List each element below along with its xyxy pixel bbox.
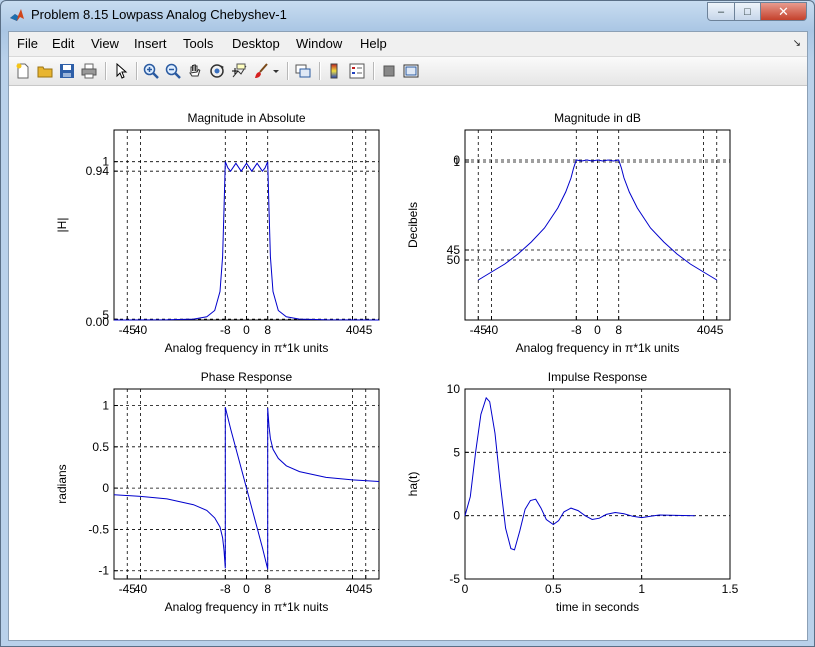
y-axis-label: Decibels	[406, 202, 420, 248]
y-tick-label: -1	[98, 564, 109, 578]
save-icon[interactable]	[57, 61, 77, 81]
x-tick-label: 45	[359, 323, 373, 337]
axes-3: -4540 -8 0 8 40 45-1-0.500.51Phase ResponseAn…	[55, 370, 380, 614]
x-tick-label: -8	[220, 323, 231, 337]
menu-bar: File Edit View Insert Tools Desktop Wind…	[9, 32, 807, 57]
zoom-in-icon[interactable]	[141, 61, 161, 81]
menu-tools[interactable]: Tools	[183, 36, 213, 51]
y-axis-label: radians	[55, 464, 69, 503]
axes-4: 0 0.5 1 1.5-50510Impulse Responsetime in se…	[406, 370, 739, 614]
print-icon[interactable]	[79, 61, 99, 81]
x-tick-label: 40	[697, 323, 711, 337]
y-tick-label: -5	[449, 572, 460, 586]
y-tick-label: 0.5	[92, 440, 109, 454]
brush-dropdown-icon[interactable]	[270, 61, 282, 81]
y-tick-label: 5	[102, 308, 109, 322]
y-tick-label: 1	[102, 155, 109, 169]
matlab-logo-icon	[10, 9, 24, 21]
x-tick-label: -8	[571, 323, 582, 337]
x-tick-label: 8	[264, 582, 271, 596]
brush-icon[interactable]	[251, 61, 271, 81]
x-tick-label: 40	[134, 582, 148, 596]
x-tick-label: 40	[346, 323, 360, 337]
x-tick-label: 0	[243, 582, 250, 596]
y-tick-label: 10	[447, 382, 461, 396]
x-tick-label: -8	[220, 582, 231, 596]
dock-arrow-icon[interactable]: ↘	[793, 38, 801, 49]
menu-view[interactable]: View	[91, 36, 119, 51]
y-tick-label: 1	[453, 155, 460, 169]
x-tick-label: 0	[243, 323, 250, 337]
menu-window[interactable]: Window	[296, 36, 342, 51]
new-figure-icon[interactable]	[13, 61, 33, 81]
x-tick-label: 8	[615, 323, 622, 337]
menu-desktop[interactable]: Desktop	[232, 36, 280, 51]
title-bar[interactable]: Problem 8.15 Lowpass Analog Chebyshev-1 …	[1, 1, 814, 31]
menu-help[interactable]: Help	[360, 36, 387, 51]
y-tick-label: 0	[102, 481, 109, 495]
pointer-icon[interactable]	[111, 61, 131, 81]
pan-hand-icon[interactable]	[185, 61, 205, 81]
minimize-button[interactable]: –	[707, 2, 735, 21]
x-tick-label: 0.5	[545, 582, 562, 596]
hide-plot-tools-icon[interactable]	[379, 61, 399, 81]
close-button[interactable]: ✕	[760, 2, 807, 21]
open-icon[interactable]	[35, 61, 55, 81]
x-tick-label: 45	[359, 582, 373, 596]
x-tick-label: 40	[346, 582, 360, 596]
x-axis-label: Analog frequency in π*1k units	[165, 341, 329, 355]
axes-title: Impulse Response	[548, 370, 648, 384]
data-cursor-icon[interactable]	[229, 61, 249, 81]
x-axis-label: Analog frequency in π*1k units	[516, 341, 680, 355]
plots-svg: -4540 -8 0 8 40 450.0050.941Magnitude in Abso…	[55, 111, 739, 614]
x-tick-label: 40	[485, 323, 499, 337]
y-tick-label: 50	[447, 253, 461, 267]
figure-canvas[interactable]: -45 40 -8 0 8 40 45 0.00 5 0.94 1 Magnitude in Abso…	[9, 86, 807, 640]
y-tick-label: -0.5	[88, 522, 109, 536]
rotate-3d-icon[interactable]	[207, 61, 227, 81]
show-plot-tools-icon[interactable]	[401, 61, 421, 81]
link-plot-icon[interactable]	[293, 61, 313, 81]
x-tick-label: 0	[594, 323, 601, 337]
x-axis-label: Analog frequency in π*1k nuits	[165, 600, 329, 614]
axes-title: Magnitude in Absolute	[187, 111, 305, 125]
y-axis-label: |H|	[55, 218, 69, 233]
x-tick-label: 40	[134, 323, 148, 337]
window-title: Problem 8.15 Lowpass Analog Chebyshev-1	[31, 7, 287, 22]
menu-file[interactable]: File	[17, 36, 38, 51]
axes-title: Magnitude in dB	[554, 111, 641, 125]
y-tick-label: 0	[453, 509, 460, 523]
menu-insert[interactable]: Insert	[134, 36, 167, 51]
maximize-button[interactable]: □	[734, 2, 761, 21]
axes-title: Phase Response	[201, 370, 293, 384]
x-tick-label: 1	[638, 582, 645, 596]
x-axis-label: time in seconds	[556, 600, 639, 614]
figure-window: Problem 8.15 Lowpass Analog Chebyshev-1 …	[0, 0, 815, 647]
x-tick-label: 0	[462, 582, 469, 596]
x-tick-label: 8	[264, 323, 271, 337]
legend-icon[interactable]	[347, 61, 367, 81]
menu-edit[interactable]: Edit	[52, 36, 74, 51]
client-area: File Edit View Insert Tools Desktop Wind…	[8, 31, 808, 641]
axes-2: -4540 -8 0 8 40 45014550Magnitude in dBAnalog…	[406, 111, 731, 355]
zoom-out-icon[interactable]	[163, 61, 183, 81]
y-tick-label: 5	[453, 445, 460, 459]
y-tick-label: 1	[102, 399, 109, 413]
x-tick-label: 45	[710, 323, 724, 337]
axes-1: -4540 -8 0 8 40 450.0050.941Magnitude in Abso…	[55, 111, 380, 355]
figure-toolbar	[9, 57, 807, 86]
colorbar-icon[interactable]	[325, 61, 345, 81]
y-axis-label: ha(t)	[406, 472, 420, 497]
x-tick-label: 1.5	[722, 582, 739, 596]
